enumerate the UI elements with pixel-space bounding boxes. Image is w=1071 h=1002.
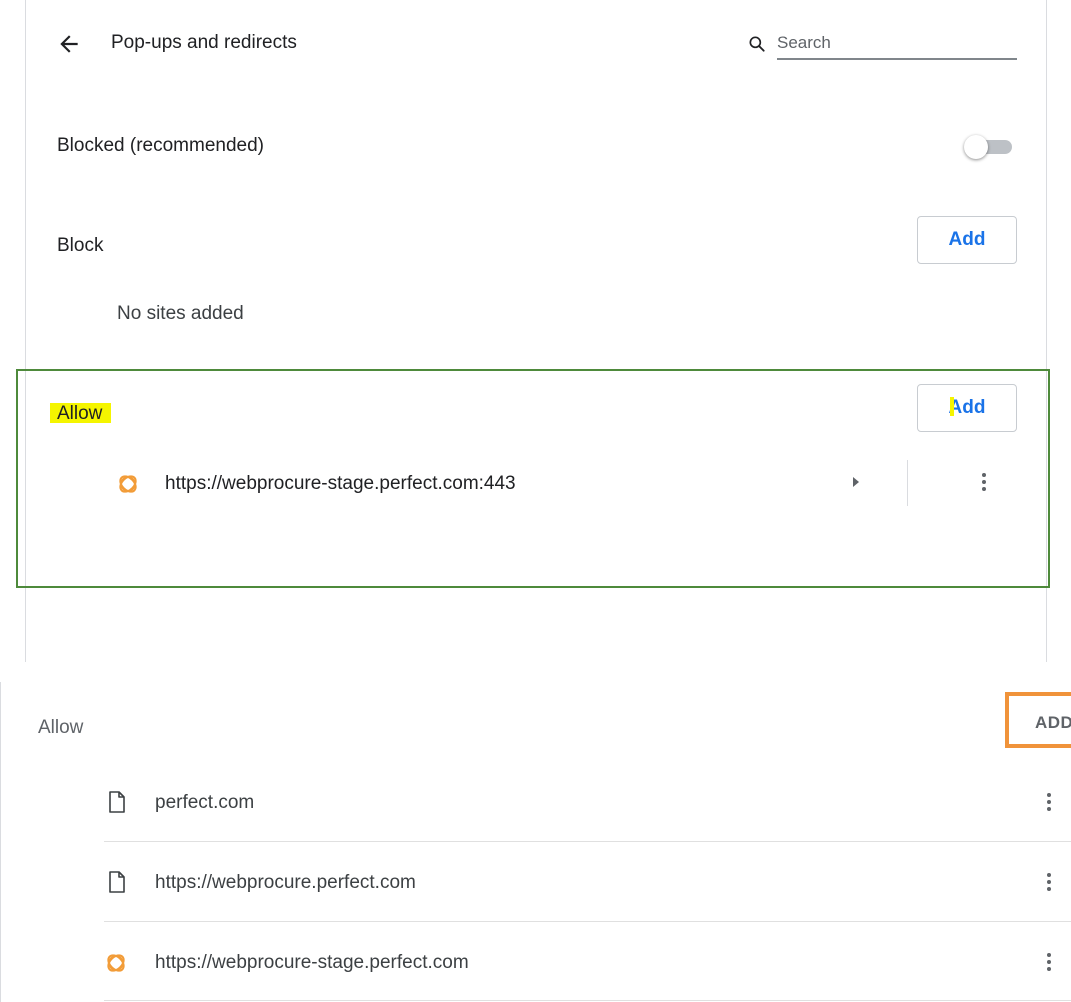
allow-list-panel: Allow ADD perfect.com https://webprocure…	[0, 662, 1071, 1002]
block-section-heading: Block	[57, 235, 104, 256]
block-empty-text: No sites added	[117, 303, 244, 324]
settings-panel: Pop-ups and redirects Blocked (recommend…	[0, 0, 1071, 662]
more-options-icon[interactable]	[979, 471, 989, 495]
cursor-highlight-mark	[950, 397, 954, 416]
page-title: Pop-ups and redirects	[111, 32, 297, 53]
allow-list-add-button[interactable]: ADD	[1035, 713, 1071, 733]
back-arrow-icon[interactable]	[56, 31, 82, 57]
row-divider	[104, 841, 1071, 842]
blocked-toggle[interactable]	[964, 135, 1014, 159]
toggle-knob	[964, 135, 988, 159]
document-icon	[109, 871, 125, 893]
document-icon	[109, 791, 125, 813]
row-divider	[907, 460, 908, 506]
allow-add-button[interactable]: Add	[917, 384, 1017, 432]
allow-list-heading: Allow	[38, 717, 84, 738]
allow-list-url: https://webprocure-stage.perfect.com	[155, 952, 469, 973]
blocked-setting-label: Blocked (recommended)	[57, 135, 264, 156]
row-divider	[104, 921, 1071, 922]
block-add-button[interactable]: Add	[917, 216, 1017, 264]
row-divider	[104, 1000, 1071, 1001]
more-options-icon[interactable]	[1044, 871, 1054, 895]
more-options-icon[interactable]	[1044, 951, 1054, 975]
allow-list-url: https://webprocure.perfect.com	[155, 872, 416, 893]
panel-left-border	[0, 682, 1, 1002]
caret-right-icon[interactable]	[851, 476, 861, 488]
allow-list-url: perfect.com	[155, 792, 255, 813]
allow-section-heading: Allow	[57, 403, 103, 424]
site-favicon-icon	[107, 954, 125, 972]
search-input[interactable]	[777, 28, 1017, 60]
site-favicon-icon	[119, 475, 137, 493]
more-options-icon[interactable]	[1044, 791, 1054, 815]
allow-site-url: https://webprocure-stage.perfect.com:443	[165, 473, 516, 494]
search-icon	[749, 36, 765, 52]
